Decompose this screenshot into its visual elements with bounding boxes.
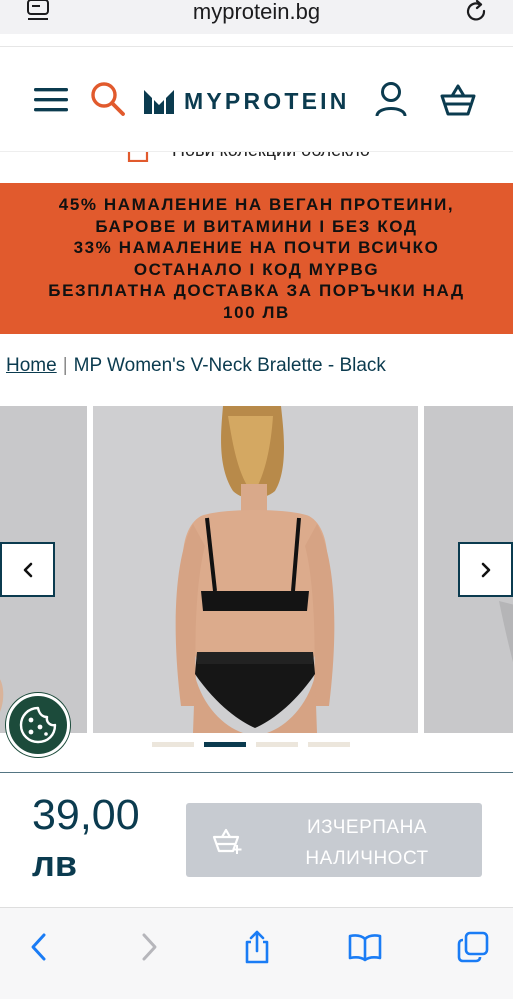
chevron-right-icon bbox=[481, 562, 490, 577]
cookie-icon bbox=[19, 706, 57, 744]
collection-strip-text: Нови колекции облекло bbox=[172, 152, 370, 162]
product-photo bbox=[93, 406, 418, 733]
breadcrumb: Home | MP Women's V-Neck Bralette - Black bbox=[6, 354, 386, 378]
site-logo[interactable]: MYPROTEIN bbox=[144, 87, 350, 115]
chevron-left-icon bbox=[23, 562, 32, 577]
promo-line: ОСТАНАЛО I КОД MYPBG bbox=[133, 259, 380, 279]
breadcrumb-current: MP Women's V-Neck Bralette - Black bbox=[73, 355, 386, 376]
breadcrumb-separator: | bbox=[62, 355, 68, 376]
gallery-prev-button[interactable] bbox=[0, 542, 55, 597]
promo-line: БАРОВЕ И ВИТАМИНИ I БЕЗ КОД bbox=[95, 216, 418, 236]
gallery-dot[interactable] bbox=[256, 742, 298, 747]
tabs-icon bbox=[457, 931, 489, 963]
share-icon bbox=[245, 930, 269, 964]
account-icon[interactable] bbox=[374, 81, 408, 117]
gallery-pagination bbox=[152, 742, 350, 747]
shopping-bag-icon bbox=[127, 152, 149, 162]
hamburger-menu-icon[interactable] bbox=[34, 87, 68, 113]
share-button[interactable] bbox=[240, 930, 274, 964]
book-icon bbox=[348, 934, 382, 962]
browser-address-bar[interactable]: myprotein.bg bbox=[0, 0, 513, 34]
site-header: MYPROTEIN bbox=[0, 47, 513, 151]
gallery-dot[interactable] bbox=[152, 742, 194, 747]
gallery-dot-active[interactable] bbox=[204, 742, 246, 747]
cookie-settings-button[interactable] bbox=[6, 693, 70, 757]
chevron-left-icon bbox=[31, 933, 46, 961]
promo-line: 33% НАМАЛЕНИЕ НА ПОЧТИ ВСИЧКО bbox=[73, 238, 440, 257]
myprotein-logo-icon bbox=[144, 90, 174, 114]
chevron-right-icon bbox=[142, 933, 157, 961]
out-of-stock-button[interactable]: ИЗЧЕРПАНА НАЛИЧНОСТ bbox=[186, 803, 482, 877]
search-icon[interactable] bbox=[90, 81, 126, 117]
promo-line: 45% НАМАЛЕНИЕ НА ВЕГАН ПРОТЕИНИ, bbox=[58, 195, 455, 214]
price-currency: лв bbox=[32, 843, 77, 884]
back-button[interactable] bbox=[22, 930, 56, 964]
logo-text: MYPROTEIN bbox=[184, 87, 350, 114]
basket-add-icon bbox=[212, 828, 242, 854]
browser-toolbar bbox=[0, 907, 513, 999]
product-price: 39,00 bbox=[32, 791, 140, 839]
gallery-next-button[interactable] bbox=[458, 542, 513, 597]
forward-button[interactable] bbox=[132, 930, 166, 964]
promo-line: 100 ЛВ bbox=[223, 302, 290, 322]
gallery-dot[interactable] bbox=[308, 742, 350, 747]
reload-icon[interactable] bbox=[465, 0, 489, 24]
tabs-button[interactable] bbox=[456, 930, 490, 964]
divider bbox=[0, 772, 513, 773]
promo-banner[interactable]: 45% НАМАЛЕНИЕ НА ВЕГАН ПРОТЕИНИ, БАРОВЕ … bbox=[0, 183, 513, 334]
gallery-slide-active[interactable] bbox=[93, 406, 418, 733]
product-gallery[interactable] bbox=[0, 406, 513, 734]
url-host[interactable]: myprotein.bg bbox=[0, 0, 513, 24]
breadcrumb-home-link[interactable]: Home bbox=[6, 355, 57, 376]
cta-label: ИЗЧЕРПАНА НАЛИЧНОСТ bbox=[305, 817, 429, 869]
promo-line: БЕЗПЛАТНА ДОСТАВКА ЗА ПОРЪЧКИ НАД bbox=[48, 281, 465, 300]
page: myprotein.bg MYPROTEIN 45% НАМАЛЕНИЕ НА … bbox=[0, 0, 513, 999]
basket-icon[interactable] bbox=[440, 83, 476, 117]
bookmarks-button[interactable] bbox=[348, 930, 382, 964]
collection-strip[interactable]: Нови колекции облекло bbox=[0, 151, 513, 183]
